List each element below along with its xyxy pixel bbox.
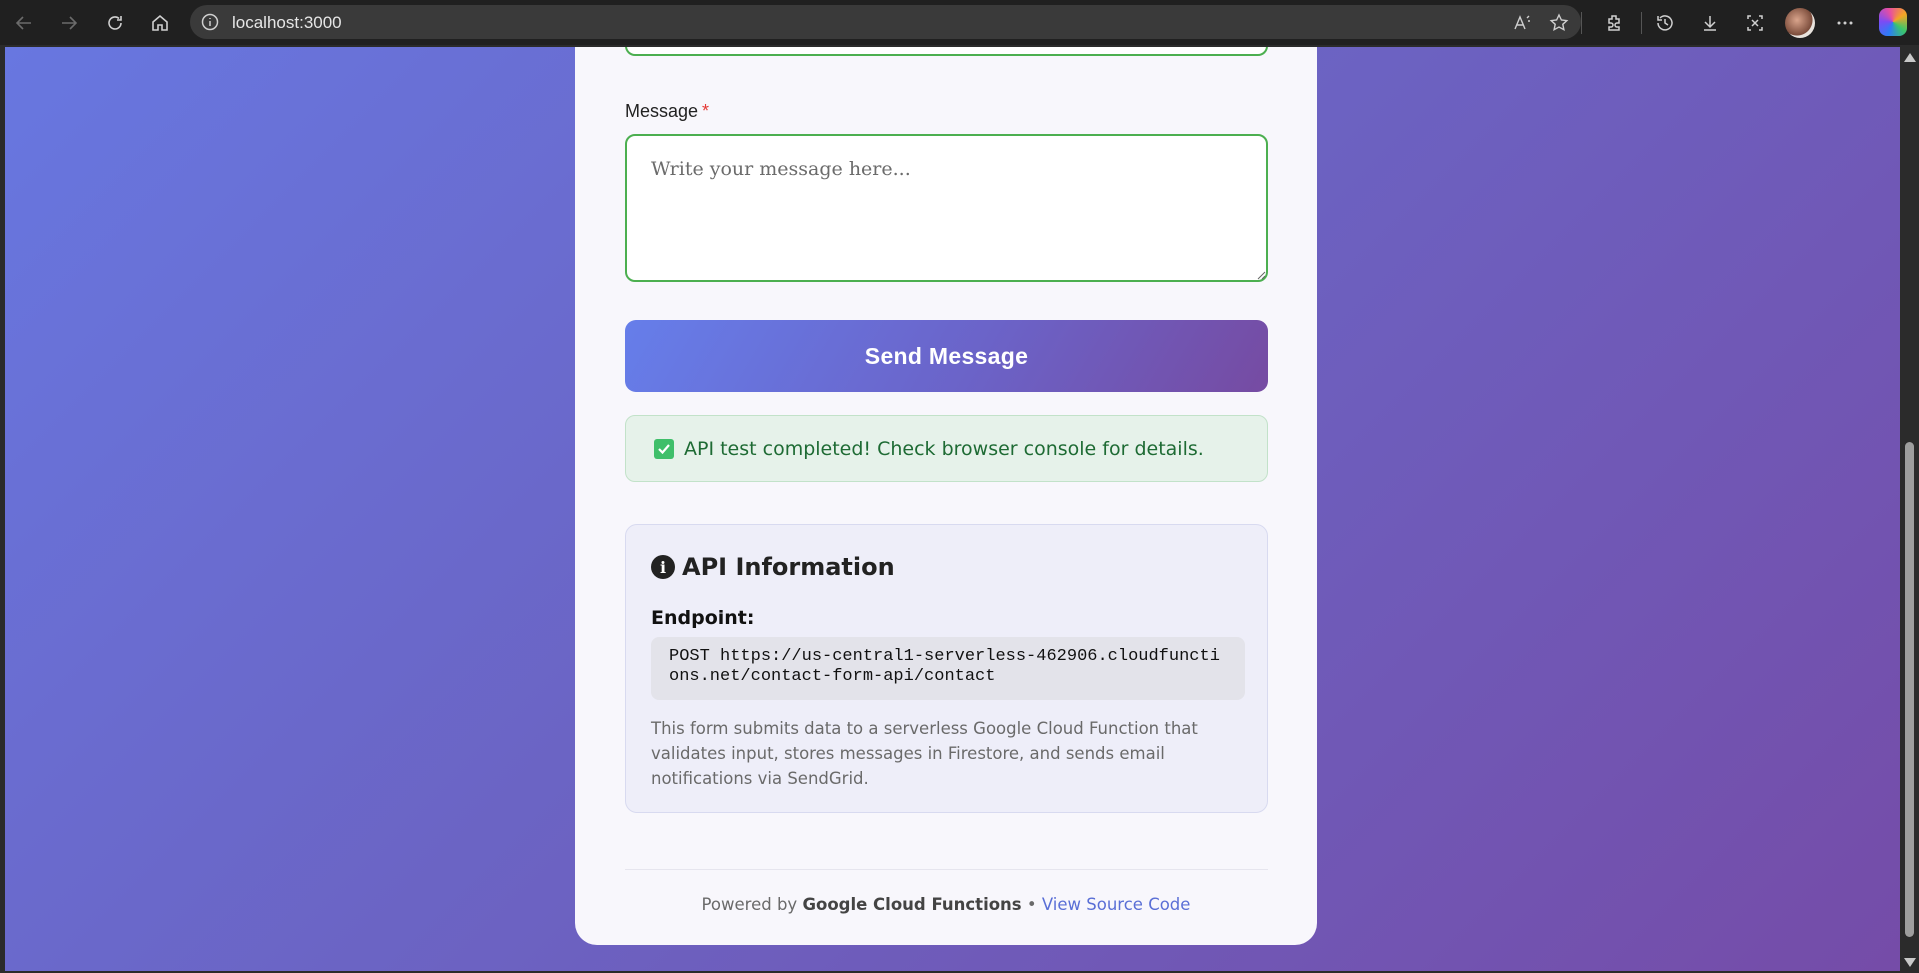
footer-divider (625, 869, 1268, 870)
endpoint-code-block: POST https://us-central1-serverless-4629… (651, 637, 1245, 700)
history-icon[interactable] (1651, 9, 1679, 37)
copilot-icon[interactable] (1879, 8, 1907, 36)
api-information-panel: i API Information Endpoint: POST https:/… (625, 524, 1268, 813)
url-text[interactable]: localhost:3000 (232, 13, 342, 33)
address-bar[interactable]: localhost:3000 (190, 5, 1581, 39)
scroll-down-arrow-icon[interactable] (1904, 958, 1916, 967)
api-information-heading: i API Information (651, 553, 895, 581)
contact-form-card: Message* Send Message API test completed… (575, 47, 1317, 945)
previous-field-input[interactable] (625, 47, 1268, 56)
page-footer: Powered by Google Cloud Functions • View… (575, 895, 1317, 914)
platform-name: Google Cloud Functions (802, 895, 1022, 914)
message-textarea[interactable] (625, 134, 1268, 282)
view-source-link[interactable]: View Source Code (1042, 895, 1191, 914)
powered-by-text: Powered by (701, 895, 798, 914)
refresh-icon[interactable] (101, 9, 129, 37)
api-information-title: API Information (682, 553, 895, 581)
back-icon[interactable] (10, 9, 38, 37)
toolbar-separator (1641, 12, 1642, 34)
downloads-icon[interactable] (1696, 9, 1724, 37)
browser-toolbar: localhost:3000 (0, 0, 1919, 45)
page-background: Message* Send Message API test completed… (5, 47, 1900, 971)
success-message: API test completed! Check browser consol… (684, 437, 1204, 460)
message-label: Message * (625, 101, 709, 122)
forward-icon[interactable] (55, 9, 83, 37)
extensions-icon[interactable] (1600, 9, 1628, 37)
footer-separator: • (1026, 895, 1037, 914)
screenshot-icon[interactable] (1741, 9, 1769, 37)
success-alert: API test completed! Check browser consol… (625, 415, 1268, 482)
info-circle-icon: i (651, 555, 675, 579)
required-asterisk: * (702, 101, 710, 121)
check-mark-icon (654, 438, 674, 459)
toolbar-separator (1581, 12, 1582, 34)
favorite-star-icon[interactable] (1547, 11, 1571, 35)
scroll-up-arrow-icon[interactable] (1904, 53, 1916, 62)
more-icon[interactable] (1831, 9, 1859, 37)
home-icon[interactable] (146, 9, 174, 37)
site-info-icon[interactable] (200, 12, 220, 32)
api-description: This form submits data to a serverless G… (651, 719, 1198, 788)
message-label-text: Message (625, 101, 699, 121)
scrollbar-thumb[interactable] (1905, 442, 1914, 937)
resize-handle-icon[interactable] (1256, 270, 1266, 280)
read-aloud-icon[interactable] (1510, 11, 1534, 35)
send-message-button[interactable]: Send Message (625, 320, 1268, 392)
page-scrollbar[interactable] (1900, 47, 1919, 973)
endpoint-label: Endpoint: (651, 607, 755, 629)
profile-avatar[interactable] (1785, 8, 1815, 38)
